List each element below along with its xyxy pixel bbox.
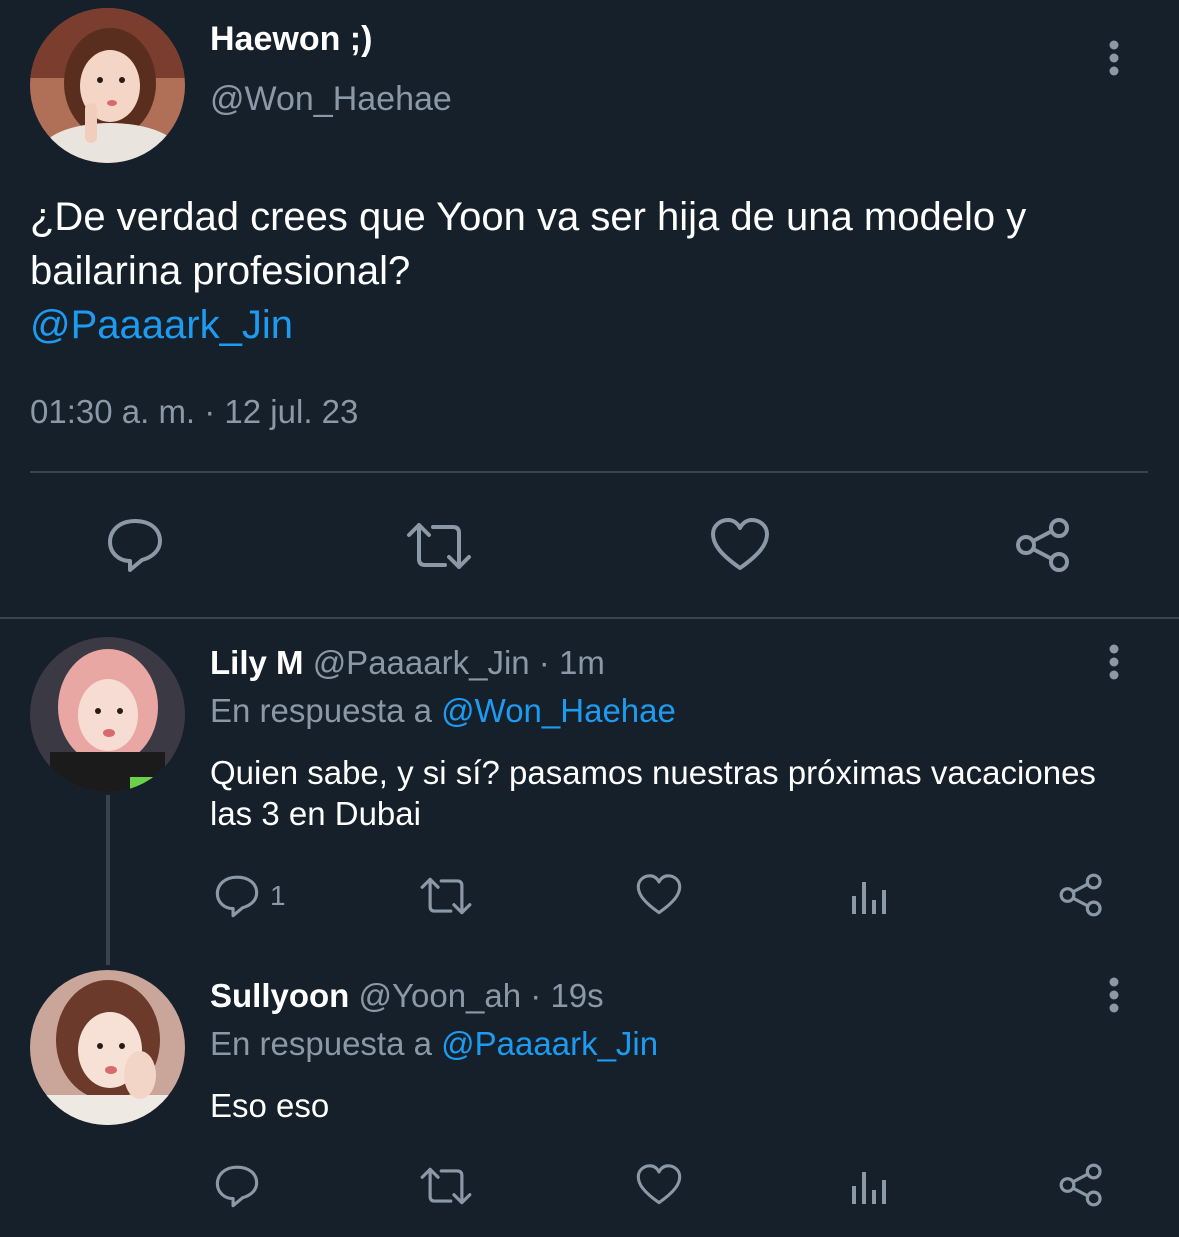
reply-context: En respuesta a @Won_Haehae — [210, 692, 676, 730]
reply-author-handle[interactable]: @Paaaark_Jin · 1m — [313, 644, 605, 681]
share-button[interactable] — [1014, 516, 1072, 574]
share-button[interactable] — [1058, 872, 1104, 918]
more-options-icon[interactable] — [1106, 40, 1122, 85]
share-button[interactable] — [1058, 1162, 1104, 1208]
reply-to-link[interactable]: @Paaaark_Jin — [441, 1025, 658, 1062]
like-button[interactable] — [636, 874, 682, 916]
tweet-mention-link[interactable]: @Paaaark_Jin — [30, 298, 1170, 352]
share-icon — [1059, 1163, 1102, 1207]
reply-text: Quien sabe, y si sí? pasamos nuestras pr… — [210, 754, 1096, 832]
reply-button[interactable]: 1 — [214, 874, 286, 918]
reply-context: En respuesta a @Paaaark_Jin — [210, 1025, 658, 1063]
thread-line — [106, 795, 110, 965]
more-options-icon[interactable] — [1106, 977, 1122, 1022]
reply-text: Eso eso — [210, 1087, 330, 1124]
heart-icon — [711, 518, 769, 570]
retweet-button[interactable] — [405, 521, 473, 571]
author-handle[interactable]: @Won_Haehae — [210, 80, 452, 119]
retweet-button[interactable] — [419, 1166, 473, 1206]
reply-header: Sullyoon @Yoon_ah · 19s — [210, 977, 604, 1015]
reply-button[interactable] — [106, 517, 164, 573]
analytics-icon — [852, 1172, 886, 1204]
tweet-text: ¿De verdad crees que Yoon va ser hija de… — [30, 195, 1027, 293]
tweet-timestamp[interactable]: 01:30 a. m. · 12 jul. 23 — [30, 393, 358, 431]
reply-to-prefix: En respuesta a — [210, 1025, 432, 1062]
retweet-icon — [407, 523, 471, 569]
divider — [30, 471, 1148, 473]
retweet-button[interactable] — [419, 876, 473, 916]
avatar-sullyoon[interactable] — [30, 970, 185, 1125]
author-name[interactable]: Haewon ;) — [210, 20, 372, 59]
share-icon — [1059, 873, 1102, 917]
avatar-lily[interactable] — [30, 637, 185, 792]
reply-to-prefix: En respuesta a — [210, 692, 432, 729]
reply-author-name[interactable]: Sullyoon — [210, 977, 349, 1014]
reply-header: Lily M @Paaaark_Jin · 1m — [210, 644, 605, 682]
reply-to-link[interactable]: @Won_Haehae — [441, 692, 676, 729]
retweet-icon — [420, 1167, 472, 1205]
like-button[interactable] — [710, 518, 770, 572]
share-icon — [1016, 518, 1069, 572]
reply-icon — [108, 519, 162, 572]
retweet-icon — [420, 877, 472, 915]
analytics-button[interactable] — [850, 1166, 890, 1206]
analytics-icon — [852, 882, 886, 914]
reply-button[interactable] — [214, 1164, 260, 1208]
heart-icon — [636, 874, 682, 915]
reply-icon — [215, 1165, 259, 1208]
tweet-body: ¿De verdad crees que Yoon va ser hija de… — [30, 190, 1170, 352]
reply-count: 1 — [270, 880, 286, 911]
like-button[interactable] — [636, 1164, 682, 1206]
reply-icon — [215, 875, 259, 918]
reply-author-handle[interactable]: @Yoon_ah · 19s — [359, 977, 604, 1014]
avatar-haewon[interactable] — [30, 8, 185, 163]
analytics-button[interactable] — [850, 876, 890, 916]
more-options-icon[interactable] — [1106, 644, 1122, 689]
section-divider — [0, 617, 1179, 619]
heart-icon — [636, 1164, 682, 1205]
reply-author-name[interactable]: Lily M — [210, 644, 304, 681]
